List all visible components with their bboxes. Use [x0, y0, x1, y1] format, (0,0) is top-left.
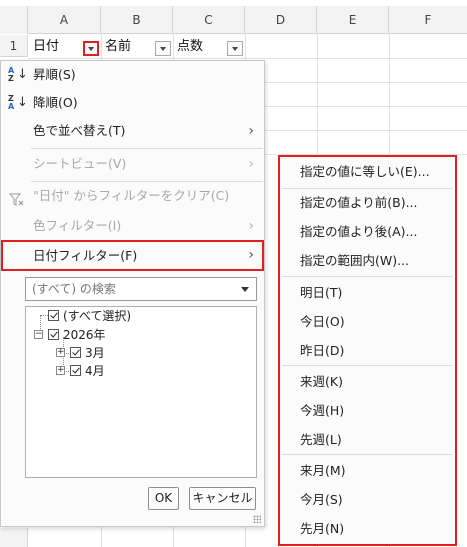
menu-item-label: 昇順(S) [33, 67, 76, 82]
submenu-item-between[interactable]: 指定の範囲内(W)... [280, 247, 455, 275]
submenu-item-label: 先月(N) [300, 521, 345, 536]
filter-dropdown-button-name[interactable] [155, 41, 171, 56]
menu-separator [31, 148, 263, 149]
column-header-e[interactable]: E [317, 6, 389, 34]
filter-search-input[interactable] [32, 280, 228, 298]
menu-item-date-filter[interactable]: 日付フィルター(F) › [1, 240, 264, 271]
menu-item-sort-descending[interactable]: Z A ↓ 降順(O) [1, 89, 264, 117]
submenu-item-today[interactable]: 今日(O) [280, 308, 455, 336]
checkbox-checked-icon[interactable] [48, 310, 59, 321]
menu-separator [282, 454, 453, 455]
grid-line [28, 58, 467, 59]
sort-descending-icon: Z A ↓ [8, 94, 28, 111]
dropdown-caret-icon [160, 47, 166, 51]
submenu-item-equals[interactable]: 指定の値に等しい(E)... [280, 158, 455, 186]
cancel-button[interactable]: キャンセル [189, 487, 256, 510]
submenu-item-label: 昨日(D) [300, 343, 345, 358]
submenu-item-tomorrow[interactable]: 明日(T) [280, 279, 455, 307]
filter-dropdown-button-score[interactable] [227, 41, 243, 56]
row-header-partial [0, 528, 28, 547]
date-filter-submenu: 指定の値に等しい(E)... 指定の値より前(B)... 指定の値より後(A).… [278, 155, 457, 546]
submenu-item-label: 明日(T) [300, 285, 343, 300]
submenu-item-label: 来週(K) [300, 374, 343, 389]
sort-ascending-icon: A Z ↓ [8, 66, 28, 83]
tree-node-label: 3月 [85, 346, 105, 360]
tree-expander-icon[interactable]: − [34, 330, 43, 339]
dropdown-caret-icon[interactable] [241, 287, 249, 292]
ok-button[interactable]: OK [148, 487, 179, 510]
row-header-1[interactable]: 1 [0, 35, 28, 57]
chevron-right-icon: › [248, 218, 254, 234]
tree-expander-icon[interactable]: + [56, 348, 65, 357]
menu-item-sheet-view: シートビュー(V) › [1, 150, 264, 178]
select-all-corner[interactable] [0, 6, 28, 34]
chevron-right-icon: › [248, 123, 254, 139]
chevron-right-icon: › [248, 247, 254, 263]
submenu-item-next-week[interactable]: 来週(K) [280, 368, 455, 396]
tree-node-month-march[interactable]: + 3月 [26, 345, 256, 361]
menu-item-label: 降順(O) [33, 95, 78, 110]
tree-node-label: 4月 [85, 364, 105, 378]
submenu-item-label: 今日(O) [300, 314, 345, 329]
filter-dropdown-button-date[interactable] [83, 41, 99, 56]
dropdown-caret-icon [232, 47, 238, 51]
submenu-item-label: 指定の値より前(B)... [300, 195, 418, 210]
autofilter-menu: A Z ↓ 昇順(S) Z A ↓ 降順(O) 色で並べ替え(T) › シートビ… [0, 60, 265, 527]
submenu-item-label: 今月(S) [300, 492, 343, 507]
resize-grip-icon[interactable] [253, 515, 261, 523]
clear-filter-icon [8, 189, 25, 206]
tree-node-select-all[interactable]: (すべて選択) [26, 308, 256, 324]
checkbox-checked-icon[interactable] [70, 365, 81, 376]
submenu-item-after[interactable]: 指定の値より後(A)... [280, 218, 455, 246]
column-header-d[interactable]: D [245, 6, 317, 34]
tree-node-label: 2026年 [63, 328, 106, 342]
checkbox-checked-icon[interactable] [70, 347, 81, 358]
submenu-item-label: 指定の値より後(A)... [300, 224, 418, 239]
tree-expander-icon[interactable]: + [56, 366, 65, 375]
menu-item-sort-ascending[interactable]: A Z ↓ 昇順(S) [1, 61, 264, 89]
submenu-item-before[interactable]: 指定の値より前(B)... [280, 189, 455, 217]
submenu-item-label: 先週(L) [300, 432, 342, 447]
submenu-item-label: 今週(H) [300, 403, 345, 418]
submenu-item-label: 来月(M) [300, 463, 346, 478]
menu-item-label: シートビュー(V) [33, 156, 127, 171]
submenu-item-last-month[interactable]: 先月(N) [280, 515, 455, 543]
column-header-row: A B C D E F [0, 6, 467, 34]
cell-c1[interactable]: 点数 [177, 35, 203, 58]
submenu-item-yesterday[interactable]: 昨日(D) [280, 337, 455, 365]
tree-node-month-april[interactable]: + 4月 [26, 363, 256, 379]
menu-separator [282, 365, 453, 366]
filter-value-tree: (すべて選択) − 2026年 + 3月 + 4月 [25, 306, 257, 478]
column-header-f[interactable]: F [389, 6, 467, 34]
submenu-item-next-month[interactable]: 来月(M) [280, 457, 455, 485]
menu-item-color-filter: 色フィルター(I) › [1, 212, 264, 240]
column-header-a[interactable]: A [28, 6, 101, 34]
submenu-item-this-month[interactable]: 今月(S) [280, 486, 455, 514]
menu-item-label: 色で並べ替え(T) [33, 123, 126, 138]
chevron-right-icon: › [248, 156, 254, 172]
tree-node-label: (すべて選択) [63, 309, 132, 323]
submenu-item-label: 指定の範囲内(W)... [300, 253, 410, 268]
tree-node-year[interactable]: − 2026年 [26, 327, 256, 343]
menu-item-label: 日付フィルター(F) [33, 248, 138, 263]
filter-search-box[interactable] [25, 277, 257, 301]
submenu-item-last-week[interactable]: 先週(L) [280, 426, 455, 454]
checkbox-checked-icon[interactable] [48, 329, 59, 340]
menu-separator [282, 276, 453, 277]
menu-item-label: 色フィルター(I) [33, 218, 122, 233]
submenu-item-this-week[interactable]: 今週(H) [280, 397, 455, 425]
submenu-item-label: 指定の値に等しい(E)... [300, 164, 430, 179]
cell-b1[interactable]: 名前 [105, 35, 131, 58]
column-header-b[interactable]: B [101, 6, 173, 34]
dropdown-caret-icon [88, 47, 94, 51]
menu-item-sort-by-color[interactable]: 色で並べ替え(T) › [1, 117, 264, 145]
cell-a1[interactable]: 日付 [33, 35, 59, 58]
menu-item-label: "日付" からフィルターをクリア(C) [33, 188, 230, 203]
column-header-c[interactable]: C [173, 6, 245, 34]
menu-item-clear-filter: "日付" からフィルターをクリア(C) [1, 182, 264, 210]
